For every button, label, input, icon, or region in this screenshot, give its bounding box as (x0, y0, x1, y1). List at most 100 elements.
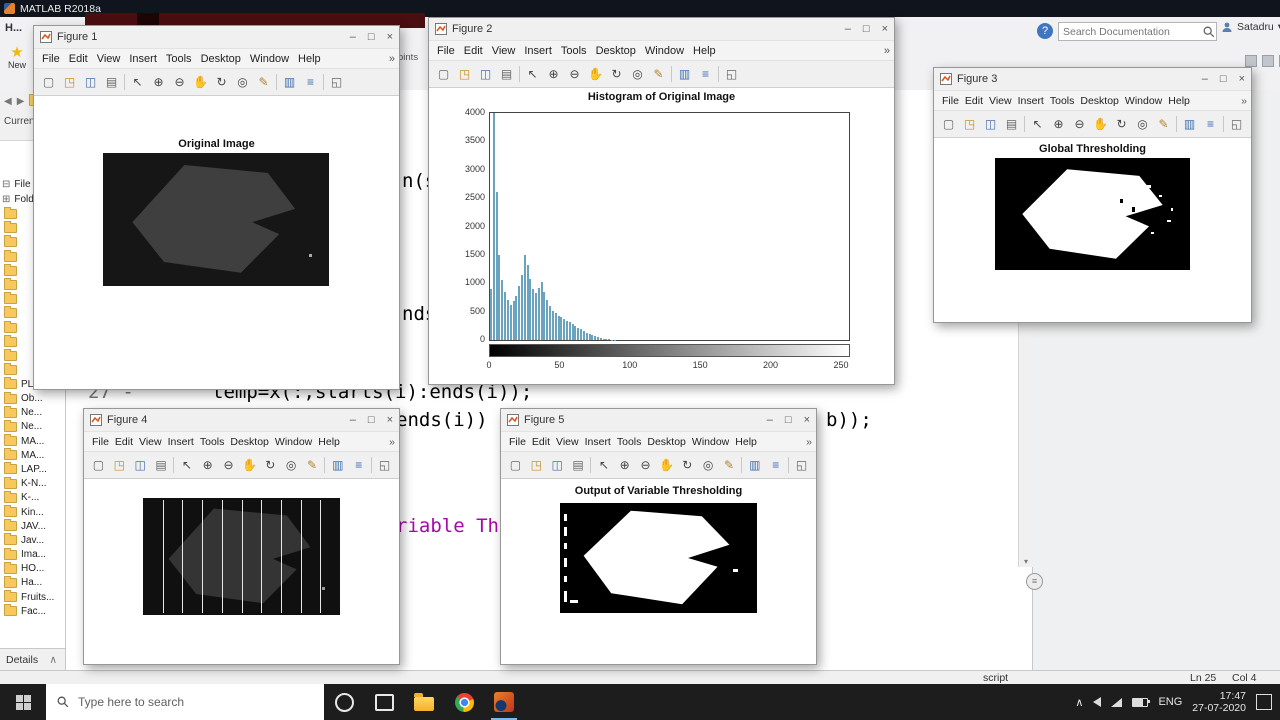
figure-2-window[interactable]: Figure 2 – □ × File Edit View Insert Tools De… (428, 17, 895, 385)
menu-file[interactable]: File (437, 45, 455, 57)
zoom-in-icon[interactable]: ⊕ (199, 456, 216, 474)
details-bar[interactable]: Details ∧ (0, 648, 65, 670)
menu-view[interactable]: View (139, 436, 162, 448)
menu-view[interactable]: View (97, 53, 121, 65)
folder-item[interactable]: MA... (0, 448, 65, 462)
menu-view[interactable]: View (989, 95, 1012, 107)
language-indicator[interactable]: ENG (1158, 696, 1182, 708)
taskbar-search[interactable]: Type here to search (46, 684, 324, 720)
menu-overflow-icon[interactable]: » (884, 45, 890, 57)
folder-item[interactable]: Fruits... (0, 590, 65, 604)
documentation-search-input[interactable] (1059, 25, 1202, 38)
start-button[interactable] (0, 684, 46, 720)
zoom-out-icon[interactable]: ⊖ (637, 456, 654, 474)
dock-figure-icon[interactable]: ◱ (793, 456, 810, 474)
folder-item[interactable]: JAV... (0, 519, 65, 533)
editor-indicator-icon[interactable]: ≡ (1026, 573, 1043, 590)
menu-help[interactable]: Help (318, 436, 340, 448)
menu-edit[interactable]: Edit (115, 436, 133, 448)
insert-legend-icon[interactable]: ≡ (697, 65, 714, 83)
cortana-button[interactable] (324, 684, 364, 720)
new-document-icon[interactable]: ▢ (940, 115, 957, 133)
zoom-out-icon[interactable]: ⊖ (1071, 115, 1088, 133)
folder-item[interactable]: K-N... (0, 476, 65, 491)
open-file-icon[interactable]: ◳ (456, 65, 473, 83)
minimize-button[interactable]: – (1202, 73, 1208, 85)
expand-collapse-icon[interactable]: ⊟ (2, 179, 10, 190)
close-button[interactable]: × (1239, 73, 1245, 85)
figure-1-window[interactable]: Figure 1 – □ × File Edit View Insert Tools De… (33, 25, 400, 390)
zoom-out-icon[interactable]: ⊖ (220, 456, 237, 474)
zoom-in-icon[interactable]: ⊕ (150, 73, 167, 91)
print-icon[interactable]: ▤ (498, 65, 515, 83)
folder-item[interactable]: Jav... (0, 533, 65, 547)
pointer-icon[interactable]: ↖ (524, 65, 541, 83)
insert-colorbar-icon[interactable]: ▥ (676, 65, 693, 83)
speaker-icon[interactable] (1093, 697, 1102, 707)
action-center-icon[interactable] (1256, 694, 1272, 710)
save-icon[interactable]: ◫ (549, 456, 566, 474)
brush-icon[interactable]: ✎ (1155, 115, 1172, 133)
pan-hand-icon[interactable]: ✋ (1092, 115, 1109, 133)
menu-view[interactable]: View (556, 436, 579, 448)
figure-1-titlebar[interactable]: Figure 1 – □ × (34, 26, 399, 48)
menu-file[interactable]: File (42, 53, 60, 65)
menu-help[interactable]: Help (735, 436, 757, 448)
dock-figure-icon[interactable]: ◱ (723, 65, 740, 83)
folder-item[interactable]: Kin... (0, 505, 65, 519)
back-icon[interactable]: ◀ (4, 96, 12, 107)
folder-item[interactable]: MA... (0, 434, 65, 448)
pan-hand-icon[interactable]: ✋ (587, 65, 604, 83)
menu-insert[interactable]: Insert (524, 45, 552, 57)
data-cursor-icon[interactable]: ◎ (700, 456, 717, 474)
menu-window[interactable]: Window (692, 436, 729, 448)
new-document-icon[interactable]: ▢ (90, 456, 107, 474)
figure-5-window[interactable]: Figure 5 – □ × File Edit View Insert Tools De… (500, 408, 817, 665)
save-icon[interactable]: ◫ (132, 456, 149, 474)
brush-icon[interactable]: ✎ (255, 73, 272, 91)
dock-figure-icon[interactable]: ◱ (376, 456, 393, 474)
file-explorer-button[interactable] (404, 684, 444, 720)
menu-window[interactable]: Window (1125, 95, 1162, 107)
close-button[interactable]: × (387, 31, 393, 43)
insert-legend-icon[interactable]: ≡ (1202, 115, 1219, 133)
rotate-3d-icon[interactable]: ↻ (1113, 115, 1130, 133)
data-cursor-icon[interactable]: ◎ (283, 456, 300, 474)
rotate-3d-icon[interactable]: ↻ (213, 73, 230, 91)
help-icon[interactable]: ? (1037, 23, 1053, 39)
insert-colorbar-icon[interactable]: ▥ (1181, 115, 1198, 133)
new-document-icon[interactable]: ▢ (40, 73, 57, 91)
menu-insert[interactable]: Insert (168, 436, 194, 448)
menu-edit[interactable]: Edit (965, 95, 983, 107)
pointer-icon[interactable]: ↖ (178, 456, 195, 474)
minimize-button[interactable]: – (350, 31, 356, 43)
pointer-icon[interactable]: ↖ (129, 73, 146, 91)
brush-icon[interactable]: ✎ (721, 456, 738, 474)
new-document-icon[interactable]: ▢ (507, 456, 524, 474)
taskbar-clock[interactable]: 17:47 27-07-2020 (1192, 690, 1246, 714)
zoom-out-icon[interactable]: ⊖ (171, 73, 188, 91)
tray-expand-icon[interactable]: ∧ (1075, 696, 1083, 709)
open-file-icon[interactable]: ◳ (528, 456, 545, 474)
quick-access-icon[interactable] (1262, 55, 1274, 67)
maximize-button[interactable]: □ (368, 31, 375, 43)
maximize-button[interactable]: □ (1220, 73, 1227, 85)
menu-window[interactable]: Window (250, 53, 289, 65)
open-file-icon[interactable]: ◳ (61, 73, 78, 91)
zoom-in-icon[interactable]: ⊕ (616, 456, 633, 474)
documentation-search[interactable] (1058, 22, 1217, 41)
insert-legend-icon[interactable]: ≡ (302, 73, 319, 91)
minimize-button[interactable]: – (767, 414, 773, 426)
folder-item[interactable]: K-... (0, 490, 65, 505)
insert-colorbar-icon[interactable]: ▥ (329, 456, 346, 474)
insert-legend-icon[interactable]: ≡ (767, 456, 784, 474)
print-icon[interactable]: ▤ (1003, 115, 1020, 133)
menu-insert[interactable]: Insert (585, 436, 611, 448)
pan-hand-icon[interactable]: ✋ (192, 73, 209, 91)
close-button[interactable]: × (804, 414, 810, 426)
close-button[interactable]: × (387, 414, 393, 426)
menu-tools[interactable]: Tools (1050, 95, 1075, 107)
pan-hand-icon[interactable]: ✋ (658, 456, 675, 474)
print-icon[interactable]: ▤ (153, 456, 170, 474)
menu-edit[interactable]: Edit (464, 45, 483, 57)
